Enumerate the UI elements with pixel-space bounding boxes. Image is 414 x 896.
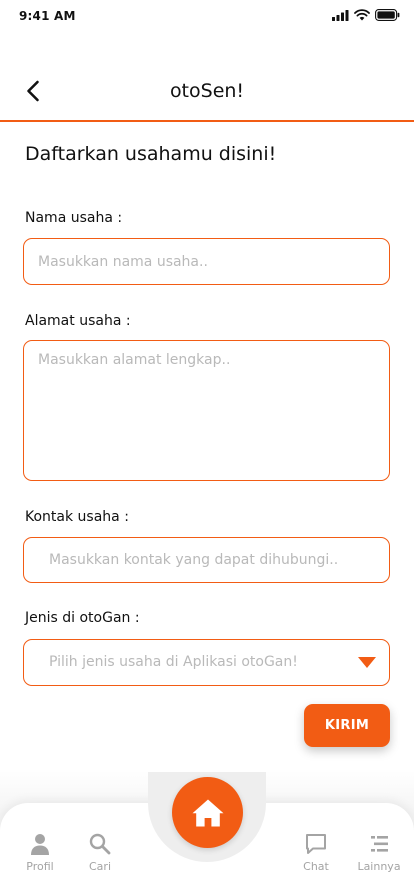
- business-name-label: Nama usaha :: [25, 210, 123, 226]
- tab-profil[interactable]: Profil: [12, 832, 68, 873]
- home-icon: [192, 799, 223, 826]
- nav-bar: otoSen!: [0, 64, 414, 120]
- tab-chat[interactable]: Chat: [288, 832, 344, 873]
- status-bar: 9:41 AM: [0, 0, 414, 32]
- tab-profil-label: Profil: [26, 860, 54, 873]
- business-address-input[interactable]: [23, 340, 390, 481]
- business-contact-input[interactable]: [23, 537, 390, 583]
- business-name-input[interactable]: [23, 238, 390, 285]
- battery-icon: [375, 9, 400, 21]
- wifi-icon: [354, 9, 370, 21]
- page-title: otoSen!: [169, 80, 245, 102]
- tab-cari[interactable]: Cari: [72, 832, 128, 873]
- tab-lainnya-label: Lainnya: [357, 860, 401, 873]
- search-icon: [89, 833, 111, 855]
- submit-button[interactable]: KIRIM: [304, 704, 390, 747]
- status-time: 9:41 AM: [19, 9, 76, 23]
- business-type-select[interactable]: Pilih jenis usaha di Aplikasi otoGan!: [23, 639, 390, 686]
- business-type-label: Jenis di otoGan :: [25, 610, 140, 626]
- tab-chat-label: Chat: [303, 860, 329, 873]
- dropdown-arrow-icon: [358, 657, 376, 668]
- list-icon: [371, 836, 388, 852]
- person-icon: [31, 834, 49, 855]
- business-contact-label: Kontak usaha :: [25, 509, 129, 525]
- signal-icon: [332, 9, 349, 21]
- home-button[interactable]: [172, 777, 243, 848]
- business-type-placeholder: Pilih jenis usaha di Aplikasi otoGan!: [49, 654, 298, 670]
- chat-icon: [306, 834, 326, 854]
- header-divider: [0, 120, 414, 122]
- tab-lainnya[interactable]: Lainnya: [351, 832, 407, 873]
- form-heading: Daftarkan usahamu disini!: [25, 143, 277, 165]
- status-icons: [332, 9, 400, 21]
- business-address-label: Alamat usaha :: [25, 313, 131, 329]
- tab-cari-label: Cari: [89, 860, 111, 873]
